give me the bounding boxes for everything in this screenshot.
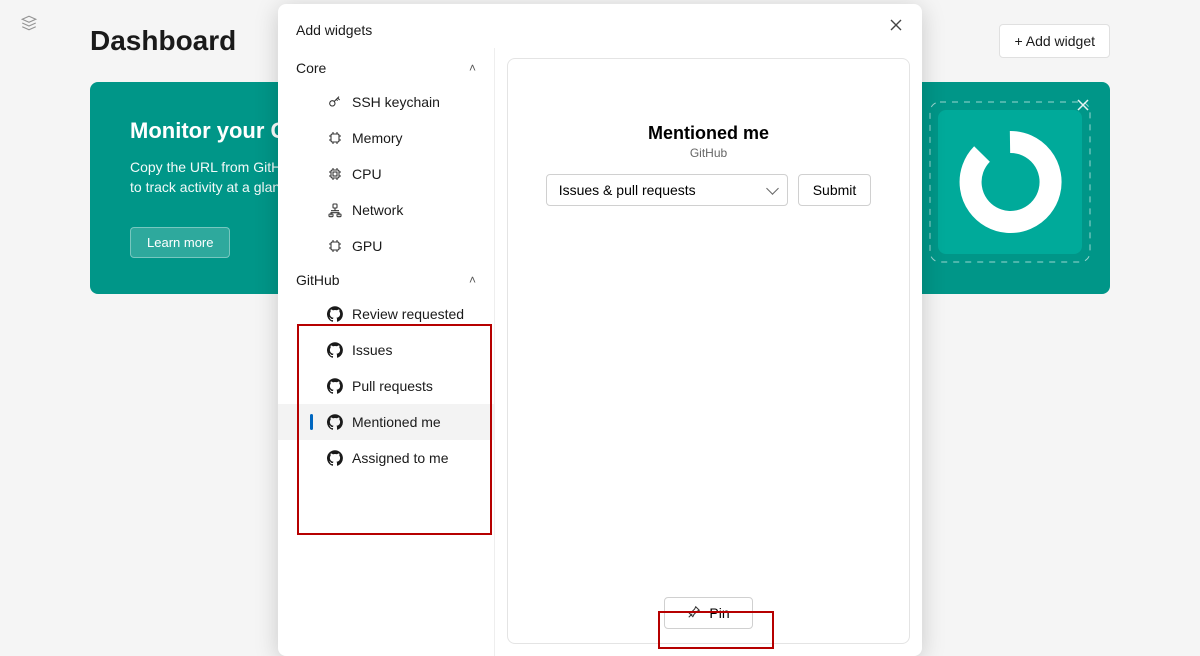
github-icon (326, 413, 344, 431)
widget-item-label: GPU (352, 238, 382, 254)
chip-icon (326, 129, 344, 147)
dialog-title: Add widgets (278, 4, 922, 48)
section-github-label: GitHub (296, 272, 340, 288)
pin-button[interactable]: Pin (664, 597, 752, 629)
add-widgets-dialog: Add widgets Core ˄ SSH keychain Memory (278, 4, 922, 656)
pin-icon (687, 605, 701, 622)
chevron-up-icon: ˄ (469, 61, 476, 75)
widget-item-pull-requests[interactable]: Pull requests (278, 368, 494, 404)
section-github[interactable]: GitHub ˄ (278, 264, 494, 296)
widget-item-label: Memory (352, 130, 403, 146)
widget-item-label: CPU (352, 166, 382, 182)
chip-icon (326, 237, 344, 255)
network-icon (326, 201, 344, 219)
widget-item-issues[interactable]: Issues (278, 332, 494, 368)
widget-item-label: Mentioned me (352, 414, 441, 430)
widget-item-network[interactable]: Network (278, 192, 494, 228)
widget-item-label: Issues (352, 342, 392, 358)
dialog-close-button[interactable] (890, 18, 902, 35)
widget-item-cpu[interactable]: CPU (278, 156, 494, 192)
preview-type-dropdown[interactable]: Issues & pull requests (546, 174, 788, 206)
pin-label: Pin (709, 605, 729, 621)
chevron-up-icon: ˄ (469, 273, 476, 287)
section-core-label: Core (296, 60, 326, 76)
widget-preview-pane: Mentioned me GitHub Issues & pull reques… (494, 48, 922, 656)
widget-item-gpu[interactable]: GPU (278, 228, 494, 264)
widget-item-label: Pull requests (352, 378, 433, 394)
widget-item-label: Network (352, 202, 403, 218)
preview-title: Mentioned me (528, 123, 889, 144)
dropdown-value: Issues & pull requests (559, 182, 696, 198)
widget-item-label: Review requested (352, 306, 464, 322)
widget-item-memory[interactable]: Memory (278, 120, 494, 156)
widget-item-ssh-keychain[interactable]: SSH keychain (278, 84, 494, 120)
preview-subtitle: GitHub (528, 146, 889, 160)
github-icon (326, 449, 344, 467)
submit-button[interactable]: Submit (798, 174, 872, 206)
key-icon (326, 93, 344, 111)
widget-preview-card: Mentioned me GitHub Issues & pull reques… (507, 58, 910, 644)
github-icon (326, 341, 344, 359)
chip-icon (326, 165, 344, 183)
github-icon (326, 377, 344, 395)
widget-list: Core ˄ SSH keychain Memory CPU Net (278, 48, 494, 656)
widget-item-label: SSH keychain (352, 94, 440, 110)
widget-item-mentioned-me[interactable]: Mentioned me (278, 404, 494, 440)
widget-item-assigned-to-me[interactable]: Assigned to me (278, 440, 494, 476)
section-core[interactable]: Core ˄ (278, 52, 494, 84)
widget-item-review-requested[interactable]: Review requested (278, 296, 494, 332)
github-icon (326, 305, 344, 323)
widget-item-label: Assigned to me (352, 450, 449, 466)
